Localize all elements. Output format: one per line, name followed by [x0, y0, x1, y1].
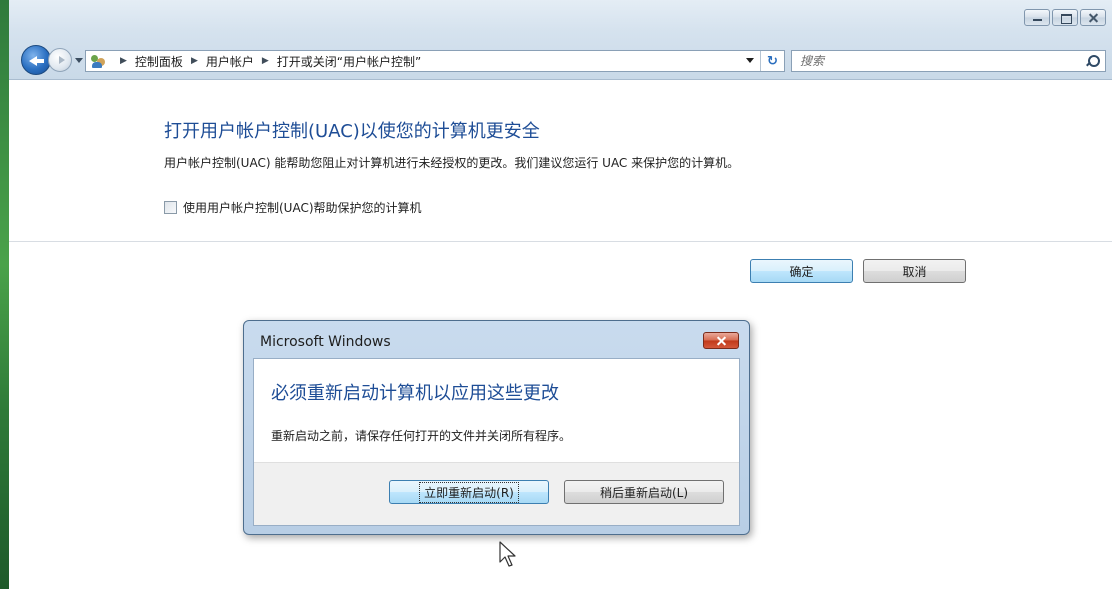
back-arrow-icon[interactable]: [21, 45, 51, 75]
page-description: 用户帐户控制(UAC) 能帮助您阻止对计算机进行未经授权的更改。我们建议您运行 …: [164, 156, 740, 170]
search-icon[interactable]: [1085, 54, 1100, 68]
breadcrumb-user-accounts[interactable]: 用户帐户: [206, 53, 254, 70]
breadcrumb-arrow-icon[interactable]: ▶: [262, 56, 269, 66]
restart-now-button[interactable]: 立即重新启动(R): [389, 480, 549, 504]
search-input[interactable]: [800, 54, 1070, 68]
refresh-icon[interactable]: ↻: [760, 51, 784, 71]
divider: [9, 241, 1112, 242]
caption-buttons: [1024, 9, 1106, 26]
ok-button[interactable]: 确定: [750, 259, 853, 283]
uac-checkbox-label[interactable]: 使用用户帐户控制(UAC)帮助保护您的计算机: [183, 199, 422, 216]
dialog-footer: 立即重新启动(R) 稍后重新启动(L): [254, 462, 739, 525]
navigation-bar: ▶ 控制面板 ▶ 用户帐户 ▶ 打开或关闭“用户帐户控制” ↻: [21, 45, 1106, 77]
dialog-title: Microsoft Windows: [260, 334, 391, 350]
close-window-button[interactable]: [1080, 9, 1106, 26]
cancel-button[interactable]: 取消: [863, 259, 966, 283]
breadcrumb-arrow-icon[interactable]: ▶: [191, 56, 198, 66]
restart-dialog: Microsoft Windows 必须重新启动计算机以应用这些更改 重新启动之…: [243, 320, 750, 535]
mouse-pointer-icon: [499, 541, 516, 567]
dialog-body: 必须重新启动计算机以应用这些更改 重新启动之前，请保存任何打开的文件并关闭所有程…: [253, 358, 740, 526]
uac-option[interactable]: 使用用户帐户控制(UAC)帮助保护您的计算机: [164, 199, 422, 216]
recent-pages-dropdown-icon[interactable]: [75, 58, 83, 63]
desktop-background-strip: [0, 0, 9, 589]
address-bar[interactable]: ▶ 控制面板 ▶ 用户帐户 ▶ 打开或关闭“用户帐户控制” ↻: [85, 50, 785, 72]
breadcrumb-uac-settings[interactable]: 打开或关闭“用户帐户控制”: [277, 53, 421, 70]
dialog-close-button[interactable]: [703, 332, 739, 349]
breadcrumb-arrow-icon[interactable]: ▶: [120, 56, 127, 66]
window-frame: ▶ 控制面板 ▶ 用户帐户 ▶ 打开或关闭“用户帐户控制” ↻: [9, 0, 1112, 80]
dialog-message: 重新启动之前，请保存任何打开的文件并关闭所有程序。: [271, 429, 572, 443]
search-box[interactable]: [791, 50, 1106, 72]
forward-arrow-icon[interactable]: [48, 48, 72, 72]
user-accounts-icon: [90, 53, 106, 69]
maximize-button[interactable]: [1052, 9, 1078, 26]
minimize-button[interactable]: [1024, 9, 1050, 26]
dialog-heading: 必须重新启动计算机以应用这些更改: [271, 383, 559, 404]
address-dropdown-icon[interactable]: [746, 58, 754, 63]
uac-checkbox[interactable]: [164, 201, 177, 214]
breadcrumb-control-panel[interactable]: 控制面板: [135, 53, 183, 70]
restart-later-button[interactable]: 稍后重新启动(L): [564, 480, 724, 504]
page-title: 打开用户帐户控制(UAC)以使您的计算机更安全: [164, 121, 540, 142]
restart-now-label: 立即重新启动(R): [419, 481, 519, 503]
